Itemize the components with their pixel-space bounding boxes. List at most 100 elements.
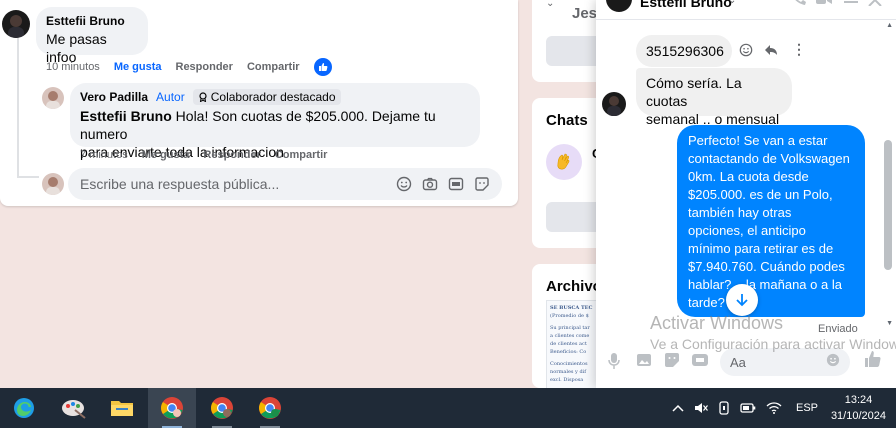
message-line: mínimo para retirar es de <box>688 241 834 256</box>
message-line: Cómo sería. La cuotas <box>646 75 742 109</box>
folder-icon <box>111 401 133 416</box>
minimize-icon[interactable] <box>844 0 858 4</box>
chrome-icon <box>259 397 281 419</box>
message-line: $205.000. es de un Polo, <box>688 187 833 202</box>
taskbar-edge[interactable] <box>0 388 48 428</box>
phone-icon[interactable] <box>792 0 806 6</box>
message-line: también hay otras <box>688 205 792 220</box>
comments-card: Esttefii Bruno Me pasas infoo 10 minutos… <box>0 0 518 206</box>
language-indicator[interactable]: ESP <box>796 402 818 414</box>
comment-actions: 10 minutos Me gusta Responder Compartir <box>46 58 332 76</box>
message-line: contactando de Volkswagen <box>688 151 850 166</box>
reply-button[interactable]: Responder <box>203 149 260 161</box>
react-emoji-icon[interactable] <box>739 43 753 57</box>
message-line: tarde? <box>688 295 725 310</box>
paint-palette-icon <box>62 400 86 419</box>
current-user-avatar[interactable] <box>42 173 64 195</box>
chrome-icon <box>161 397 183 419</box>
chrome-icon <box>211 397 233 419</box>
like-reaction-icon[interactable] <box>313 58 332 76</box>
speaker-muted-icon[interactable] <box>694 402 708 414</box>
camera-icon[interactable] <box>422 176 438 192</box>
device-icon[interactable] <box>718 401 730 415</box>
reply-button[interactable]: Responder <box>176 61 233 73</box>
share-button[interactable]: Compartir <box>247 61 300 73</box>
messenger-chat-window: Esttefii Bruno ⌄ 3515296306 ⋮ Cómo sería… <box>596 0 896 388</box>
sticker-icon[interactable] <box>474 176 490 192</box>
battery-icon[interactable] <box>740 402 756 414</box>
edge-icon <box>14 398 34 418</box>
taskbar: ESP 13:24 31/10/2024 <box>0 388 896 428</box>
message-status: Enviado <box>818 323 858 335</box>
chat-header-avatar[interactable] <box>606 0 632 12</box>
comment-time[interactable]: 10 minutos <box>46 61 100 73</box>
wifi-icon[interactable] <box>766 401 782 415</box>
reply-arrow-icon[interactable] <box>764 43 778 57</box>
avatar-photo-icon <box>8 15 24 38</box>
badge-icon <box>199 92 207 102</box>
taskbar-chrome-1[interactable] <box>148 388 196 428</box>
gif-icon[interactable] <box>448 176 464 192</box>
sticker-icon[interactable] <box>664 352 680 368</box>
chat-header: Esttefii Bruno ⌄ <box>596 0 896 20</box>
wave-hand-icon <box>557 153 570 170</box>
author-tag: Autor <box>156 90 185 104</box>
mention-link[interactable]: Esttefii Bruno <box>80 108 172 124</box>
microphone-icon[interactable] <box>608 352 620 370</box>
like-button[interactable]: Me gusta <box>114 61 162 73</box>
top-contributor-badge: Colaborador destacado <box>192 89 341 105</box>
thread-line-branch <box>17 176 39 178</box>
avatar-vero[interactable] <box>42 87 64 109</box>
chat-list-avatar[interactable] <box>546 144 582 180</box>
like-button[interactable]: Me gusta <box>142 149 190 161</box>
badge-label: Colaborador destacado <box>210 90 336 104</box>
chats-title: Chats <box>546 112 588 129</box>
more-options-icon[interactable]: ⋮ <box>792 41 806 58</box>
reply-author[interactable]: Vero Padilla <box>80 90 148 104</box>
avatar-photo-icon <box>46 91 60 109</box>
system-tray: ESP <box>672 388 818 428</box>
reply-text-line1: Esttefii Bruno Hola! Son cuotas de $205.… <box>80 107 470 143</box>
taskbar-paint[interactable] <box>50 388 98 428</box>
arrow-down-icon <box>736 294 748 307</box>
avatar-esttefii[interactable] <box>2 10 30 38</box>
chevron-down-icon[interactable]: ⌄ <box>546 0 554 9</box>
avatar-photo-icon <box>46 177 60 195</box>
clock[interactable]: 13:24 31/10/2024 <box>831 392 886 424</box>
gif-icon[interactable] <box>692 352 708 368</box>
share-button[interactable]: Compartir <box>275 149 328 161</box>
thumbs-up-icon[interactable] <box>864 350 882 368</box>
chat-scrollbar[interactable] <box>884 140 892 270</box>
incoming-message[interactable]: 3515296306 <box>636 35 732 67</box>
message-line: opciones, el anticipo <box>688 223 806 238</box>
chat-contact-name[interactable]: Esttefii Bruno <box>640 0 732 10</box>
avatar-photo-icon <box>607 96 621 116</box>
emoji-icon[interactable] <box>396 176 412 192</box>
message-line: 0km. La cuota desde <box>688 169 809 184</box>
photo-icon[interactable] <box>636 352 652 368</box>
outgoing-message[interactable]: Perfecto! Se van a estar contactando de … <box>677 125 865 317</box>
clock-time: 13:24 <box>844 394 873 406</box>
close-icon[interactable] <box>868 0 882 6</box>
taskbar-chrome-3[interactable] <box>246 388 294 428</box>
scroll-to-bottom-button[interactable] <box>726 284 758 316</box>
contact-avatar-small[interactable] <box>602 92 626 116</box>
reply-composer <box>68 168 502 200</box>
video-call-icon[interactable] <box>816 0 832 6</box>
scroll-up-arrow-icon[interactable]: ▲ <box>886 22 893 29</box>
incoming-message[interactable]: Cómo sería. La cuotas semanal .. o mensu… <box>636 68 792 127</box>
emoji-icon[interactable] <box>826 353 840 367</box>
message-line: Perfecto! Se van a estar <box>688 133 828 148</box>
reply-time[interactable]: 7 minutos <box>80 149 128 161</box>
taskbar-file-explorer[interactable] <box>98 388 146 428</box>
clock-date: 31/10/2024 <box>830 410 886 422</box>
comment-author[interactable]: Esttefii Bruno <box>46 14 138 28</box>
reply-bubble: Vero Padilla Autor Colaborador destacado… <box>70 83 480 160</box>
message-line: hablar? ...la mañana o a la <box>688 277 842 292</box>
scroll-down-arrow-icon[interactable]: ▼ <box>886 320 893 327</box>
reply-input[interactable] <box>80 176 390 192</box>
archive-title: Archivo <box>546 278 602 295</box>
chevron-down-icon[interactable]: ⌄ <box>728 0 736 6</box>
taskbar-chrome-2[interactable] <box>198 388 246 428</box>
chevron-up-icon[interactable] <box>672 403 684 413</box>
